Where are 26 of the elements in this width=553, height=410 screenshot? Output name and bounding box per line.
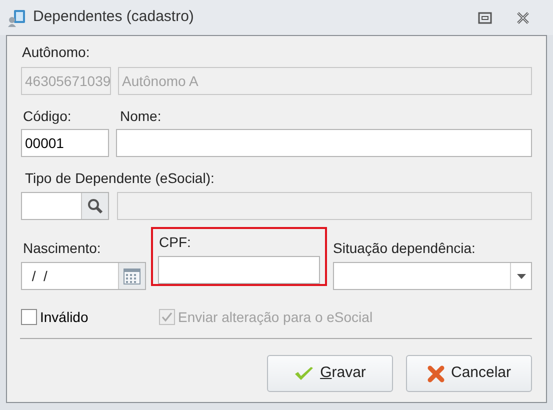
field-label: Situação dependência:	[333, 239, 476, 257]
calendar-icon[interactable]	[118, 263, 145, 289]
dropdown-field[interactable]	[333, 262, 532, 290]
date-field[interactable]: / /	[21, 262, 146, 290]
input-field[interactable]: 00001	[21, 129, 109, 157]
close-icon	[516, 12, 530, 24]
cross-icon	[426, 364, 445, 382]
window-title: Dependentes (cadastro)	[33, 7, 195, 28]
field-label: Autônomo:	[22, 43, 91, 61]
lookup-field[interactable]	[21, 192, 109, 220]
save-button[interactable]: Gravar	[267, 355, 393, 392]
input-field[interactable]	[116, 129, 532, 157]
field-label: Código:	[23, 107, 72, 125]
check-icon	[294, 366, 314, 382]
cancel-button[interactable]: Cancelar	[406, 355, 532, 392]
checkbox-label: Enviar alteração para o eSocial	[178, 308, 373, 327]
search-icon[interactable]	[81, 193, 108, 219]
dependents-card-icon	[7, 8, 27, 28]
field-label: CPF:	[159, 233, 192, 251]
field-label: Nome:	[120, 107, 162, 125]
field-label: Nascimento:	[23, 239, 102, 257]
field-label: Tipo de Dependente (eSocial):	[25, 169, 216, 187]
restore-icon	[478, 12, 492, 24]
input-field[interactable]	[158, 256, 320, 284]
checkbox-label: Inválido	[40, 308, 88, 326]
checkbox[interactable]	[21, 309, 37, 325]
